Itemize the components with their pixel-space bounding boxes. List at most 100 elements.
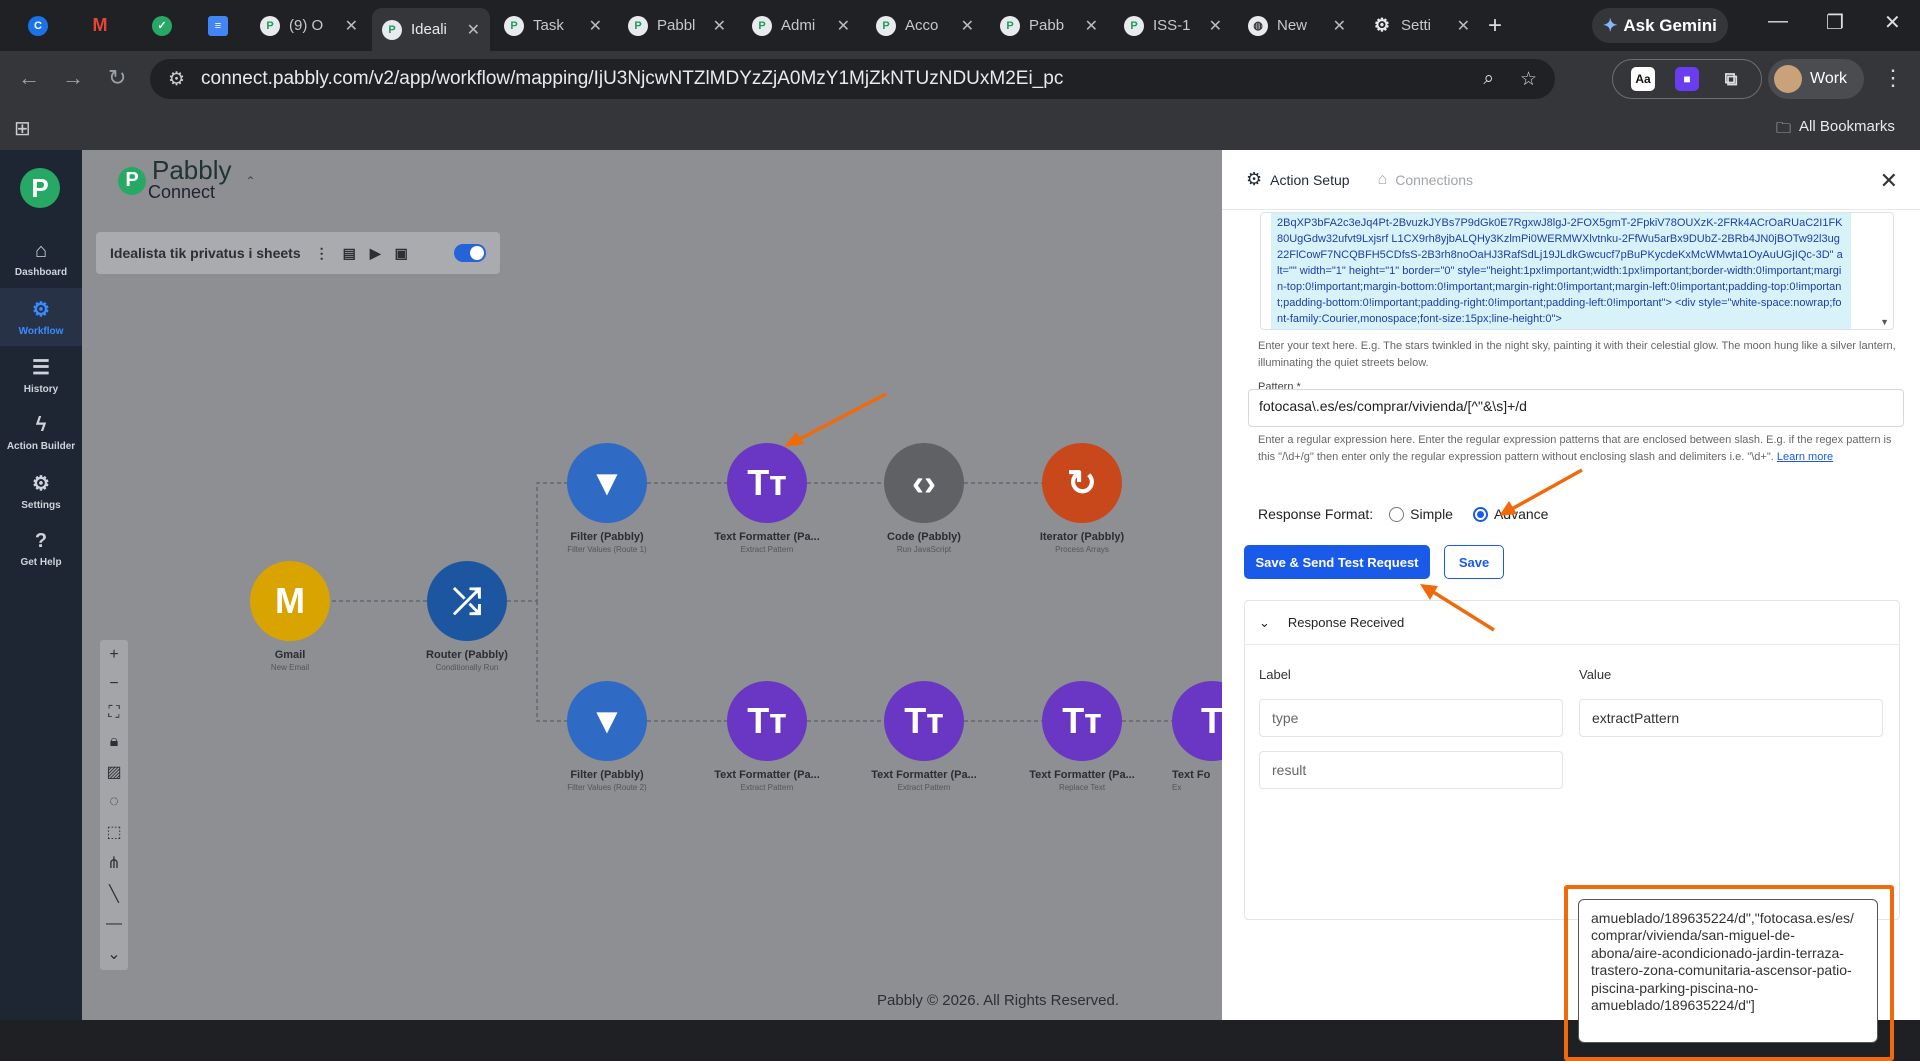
close-icon[interactable]: ✕ [961, 16, 974, 36]
maximize-button[interactable]: ❐ [1826, 10, 1844, 35]
node-sub: Run JavaScript [896, 545, 952, 554]
eye-off-icon[interactable]: ◌ [109, 793, 119, 811]
browser-tab[interactable]: P (9) O ✕ [250, 8, 368, 43]
tab-action-setup[interactable]: ⚙ Action Setup [1246, 169, 1350, 190]
close-icon[interactable]: ✕ [589, 16, 602, 36]
puzzle-icon[interactable]: ⧉ [1719, 67, 1743, 91]
node-sub: Replace Text [1058, 783, 1106, 792]
minimize-button[interactable]: — [1768, 10, 1788, 33]
new-tab-button[interactable]: + [1488, 12, 1502, 40]
browser-tab-active[interactable]: P Ideali ✕ [372, 8, 490, 51]
radio-simple-label: Simple [1410, 506, 1453, 522]
browser-tab[interactable]: M [80, 8, 124, 43]
divider-icon[interactable]: — [106, 915, 122, 933]
close-icon[interactable]: ✕ [1209, 16, 1222, 36]
radio-simple[interactable]: Simple [1389, 506, 1453, 522]
node-code[interactable]: ‹› Code (Pabbly) Run JavaScript [854, 443, 994, 554]
ask-gemini-button[interactable]: ✦ Ask Gemini [1592, 8, 1728, 43]
bookmark-star-icon[interactable]: ☆ [1520, 68, 1537, 91]
node-text-formatter-3[interactable]: Tт Text Formatter (Pa... Extract Pattern [854, 681, 994, 792]
sidebar-item-settings[interactable]: ⚙ Settings [0, 462, 82, 520]
canvas-tools: + − ⛶ 🔒︎ ▨ ◌ ⬚ ⋔ ╲ — ⌄ [100, 640, 128, 970]
browser-tab[interactable]: P Pabbl ✕ [618, 8, 736, 43]
zoom-in-icon[interactable]: + [109, 646, 118, 664]
close-icon[interactable]: ✕ [467, 20, 480, 40]
node-router[interactable]: ⤮ Router (Pabbly) Conditionally Run [397, 561, 537, 672]
row-value-type[interactable]: extractPattern [1579, 699, 1883, 737]
radio-simple-circle[interactable] [1389, 506, 1405, 522]
tree-icon[interactable]: ⋔ [107, 853, 120, 873]
tab-title: New [1277, 17, 1308, 34]
select-icon[interactable]: ⬚ [106, 822, 121, 842]
recorder-extension-icon[interactable]: ■ [1675, 67, 1699, 91]
close-window-button[interactable]: ✕ [1884, 10, 1901, 35]
node-filter-route-2[interactable]: ▼ Filter (Pabbly) Filter Values (Route 2) [537, 681, 677, 792]
browser-tab[interactable]: P Pabb ✕ [990, 8, 1108, 43]
close-icon[interactable]: ✕ [1333, 16, 1346, 36]
line-icon[interactable]: ╲ [109, 884, 119, 904]
response-header[interactable]: ⌄ Response Received [1245, 601, 1899, 645]
zoom-icon[interactable]: ⌕ [1483, 68, 1494, 91]
back-icon[interactable]: ← [18, 65, 40, 91]
translate-extension-icon[interactable]: Aa [1631, 67, 1655, 91]
node-text-formatter-1[interactable]: Tт Text Formatter (Pa... Extract Pattern [697, 443, 837, 554]
browser-tab[interactable]: P Admi ✕ [742, 8, 860, 43]
scroll-down-icon[interactable]: ▼ [1880, 317, 1889, 327]
browser-tab[interactable]: P Acco ✕ [866, 8, 984, 43]
save-send-test-button[interactable]: Save & Send Test Request [1244, 545, 1430, 579]
node-text-formatter-2[interactable]: Tт Text Formatter (Pa... Extract Pattern [697, 681, 837, 792]
tab-title: Task [533, 17, 564, 34]
close-icon[interactable]: ✕ [1880, 168, 1898, 194]
close-icon[interactable]: ✕ [1085, 16, 1098, 36]
browser-tab[interactable]: P Task ✕ [494, 8, 612, 43]
row-label-type[interactable]: type [1259, 699, 1563, 737]
pabbly-logo-icon[interactable]: P [20, 168, 60, 208]
sidebar-item-action-builder[interactable]: ϟ Action Builder [0, 404, 82, 462]
close-icon[interactable]: ✕ [345, 16, 358, 36]
row-label-result[interactable]: result [1259, 751, 1563, 789]
text-input-field[interactable]: 2BqXP3bFA2c3eJq4Pt-2BvuzkJYBs7P9dGk0E7Rg… [1260, 212, 1894, 330]
sidebar-item-dashboard[interactable]: ⌂ Dashboard [0, 230, 82, 288]
save-button[interactable]: Save [1444, 545, 1504, 579]
radio-advance-circle[interactable] [1472, 506, 1488, 522]
tab-title: ISS-1 [1153, 17, 1191, 34]
node-sub: Extract Pattern [740, 545, 794, 554]
browser-tab[interactable]: ◍ New ✕ [1238, 8, 1356, 43]
node-filter-route-1[interactable]: ▼ Filter (Pabbly) Filter Values (Route 1) [537, 443, 677, 554]
all-bookmarks-label: All Bookmarks [1799, 118, 1895, 135]
sidebar-item-get-help[interactable]: ? Get Help [0, 520, 82, 578]
browser-tab[interactable]: P ISS-1 ✕ [1114, 8, 1232, 43]
pattern-input[interactable]: fotocasa\.es/es/comprar/vivienda/[^"&\s]… [1248, 389, 1904, 427]
sidebar-item-workflow[interactable]: ⚙ Workflow [0, 288, 82, 346]
lock-icon[interactable]: 🔒︎ [110, 733, 119, 751]
reload-icon[interactable]: ↻ [108, 65, 126, 91]
node-text-formatter-5[interactable]: T Text Fo Ex [1172, 681, 1222, 792]
browser-tab[interactable]: ⚙ Setti ✕ [1362, 8, 1480, 43]
fit-view-icon[interactable]: ⛶ [108, 704, 119, 722]
forward-icon[interactable]: → [62, 65, 84, 91]
workflow-canvas[interactable]: P Pabbly Connect ⌃ Idealista tik privatu… [82, 150, 1222, 1020]
browser-tab[interactable]: ≡ [198, 8, 242, 43]
node-text-formatter-4[interactable]: Tт Text Formatter (Pa... Replace Text [1012, 681, 1152, 792]
pabbly-icon: P [1000, 15, 1020, 36]
zoom-out-icon[interactable]: − [109, 675, 118, 693]
close-icon[interactable]: ✕ [837, 16, 850, 36]
apps-grid-icon[interactable]: ⊞ [14, 116, 31, 141]
browser-tab[interactable]: C [18, 8, 62, 43]
all-bookmarks[interactable]: 🗀 All Bookmarks [1776, 118, 1895, 143]
site-settings-icon[interactable]: ⚙ [168, 68, 185, 91]
chevron-down-icon[interactable]: ⌄ [107, 944, 120, 964]
sidebar-item-history[interactable]: ☰ History [0, 346, 82, 404]
browser-tab[interactable]: ✓ [142, 8, 186, 43]
close-icon[interactable]: ✕ [1457, 16, 1470, 36]
close-icon[interactable]: ✕ [713, 16, 726, 36]
image-icon[interactable]: ▨ [106, 762, 121, 782]
node-iterator[interactable]: ↻ Iterator (Pabbly) Process Arrays [1012, 443, 1152, 554]
learn-more-link[interactable]: Learn more [1777, 451, 1833, 463]
profile-button[interactable]: Work [1768, 59, 1864, 99]
radio-advance[interactable]: Advance [1472, 506, 1548, 522]
url-bar[interactable]: ⚙ connect.pabbly.com/v2/app/workflow/map… [150, 59, 1555, 99]
node-gmail[interactable]: M Gmail New Email [220, 561, 360, 672]
tab-connections[interactable]: ⌂ Connections [1378, 171, 1474, 189]
menu-kebab-icon[interactable]: ⋮ [1882, 65, 1904, 91]
